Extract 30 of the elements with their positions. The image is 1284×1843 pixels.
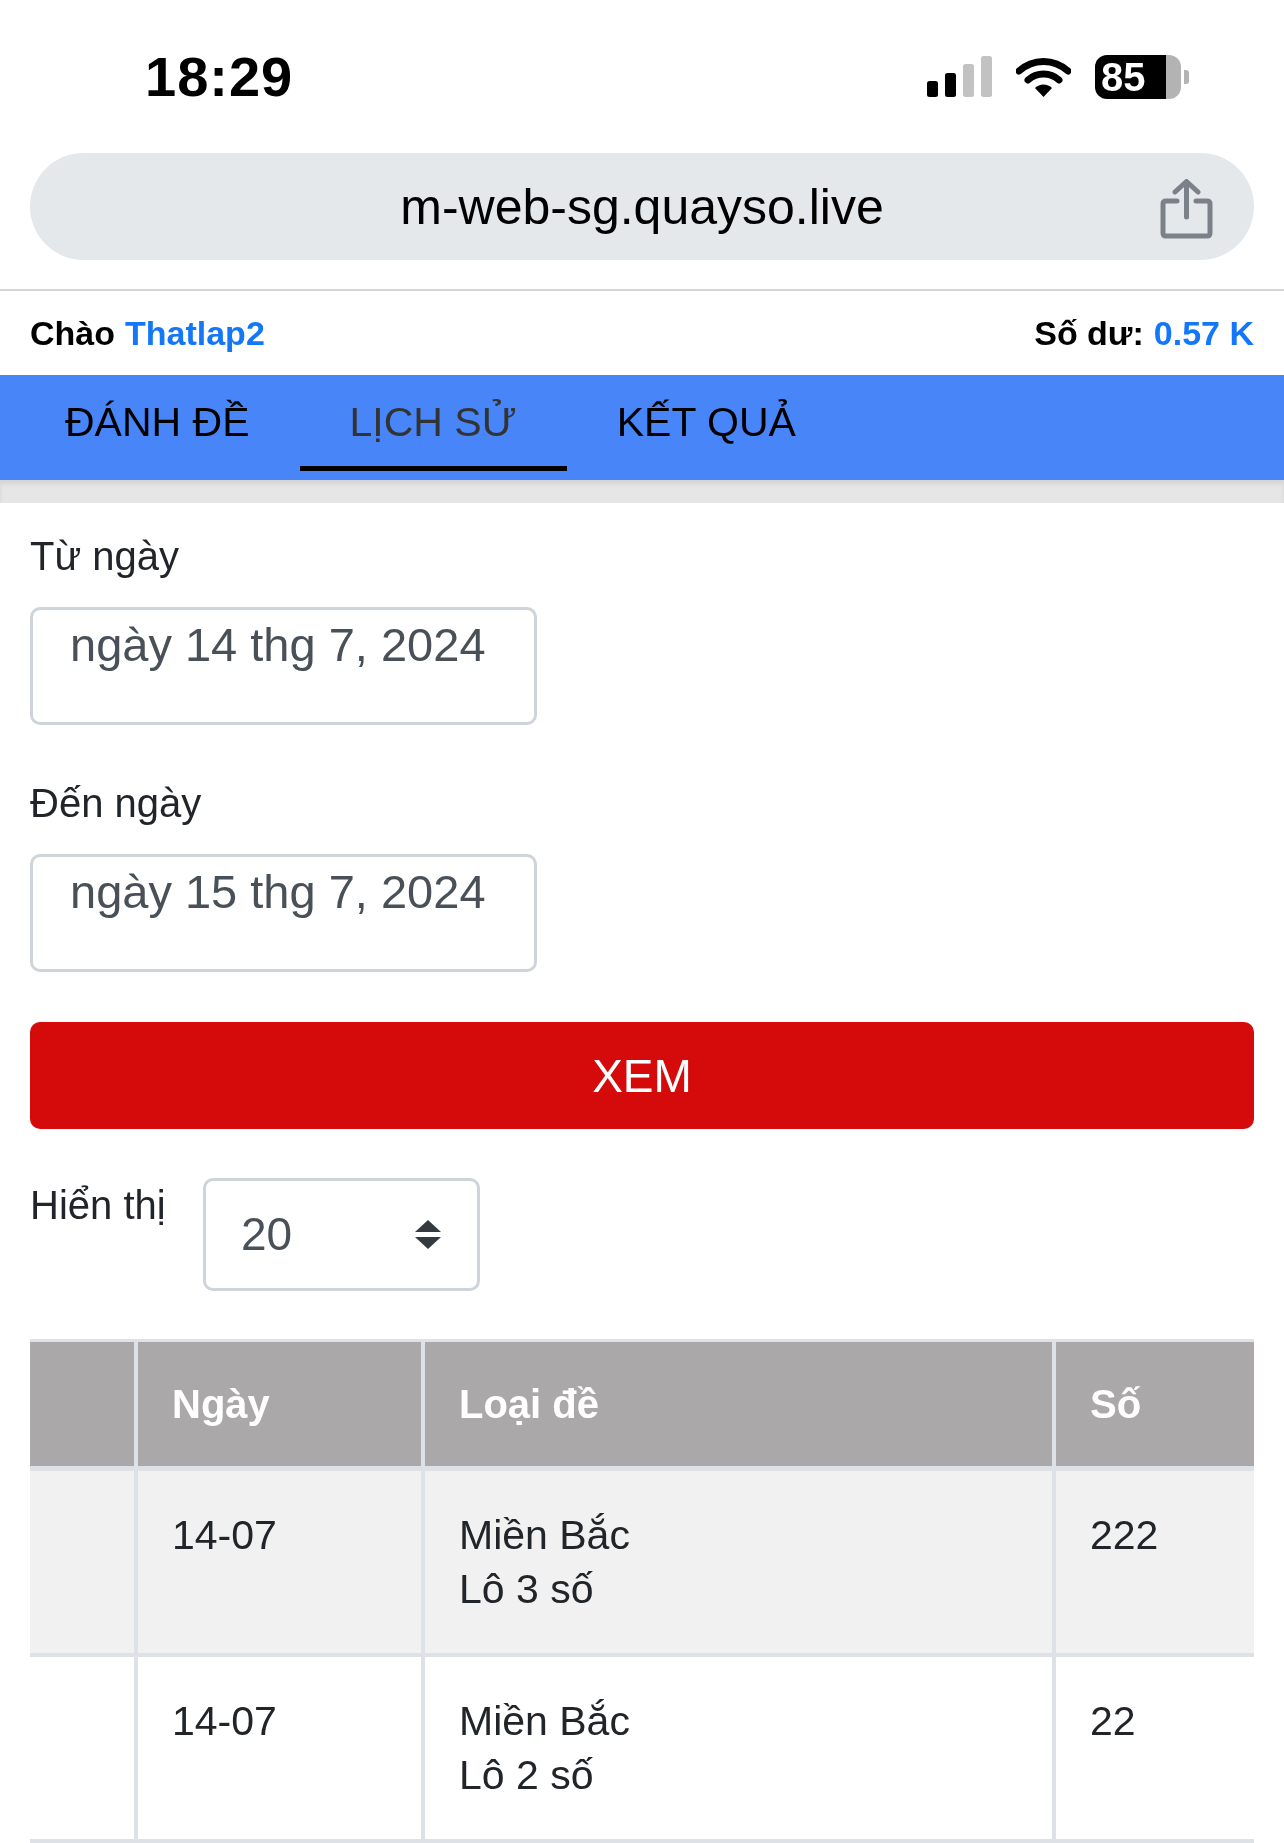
tab[interactable]: LỊCH SỬ — [299, 375, 567, 471]
column-header: Ngày — [134, 1342, 421, 1466]
table-cell: Miền Bắc Lô 2 số — [421, 1657, 1052, 1839]
column-header: Loại đề — [421, 1342, 1052, 1466]
signal-icon — [927, 56, 992, 97]
table-cell: Miền Bắc Lô 3 số — [421, 1471, 1052, 1653]
page-size-select[interactable]: 20 — [203, 1178, 480, 1291]
table-cell: 14-07 — [134, 1657, 421, 1839]
username: Thatlap2 — [125, 312, 265, 354]
field-label: Đến ngày — [30, 780, 202, 827]
field-label: Hiển thị — [30, 1182, 166, 1229]
table-cell: 14-07 — [134, 1471, 421, 1653]
date-field[interactable]: ngày 15 thg 7, 2024 — [30, 854, 537, 972]
share-icon[interactable] — [1160, 179, 1213, 239]
tab[interactable]: KẾT QUẢ — [566, 375, 846, 471]
status-time: 18:29 — [145, 48, 294, 105]
greeting-label: Chào — [30, 312, 115, 354]
address-bar[interactable]: m-web-sg.quayso.live — [30, 153, 1254, 260]
sort-arrows-icon — [415, 1220, 441, 1249]
balance-label: Số dư: — [1034, 312, 1144, 354]
wifi-icon — [1016, 56, 1071, 97]
table-cell: 222 — [1052, 1471, 1254, 1653]
tab[interactable]: ĐÁNH ĐỀ — [15, 375, 300, 471]
column-header: Số — [1052, 1342, 1254, 1466]
balance-amount: 0.57 K — [1153, 312, 1254, 354]
field-label: Từ ngày — [30, 533, 180, 580]
table-cell: 22 — [1052, 1657, 1254, 1839]
view-button[interactable]: XEM — [30, 1022, 1254, 1129]
url-text: m-web-sg.quayso.live — [400, 181, 884, 232]
date-field[interactable]: ngày 14 thg 7, 2024 — [30, 607, 537, 725]
